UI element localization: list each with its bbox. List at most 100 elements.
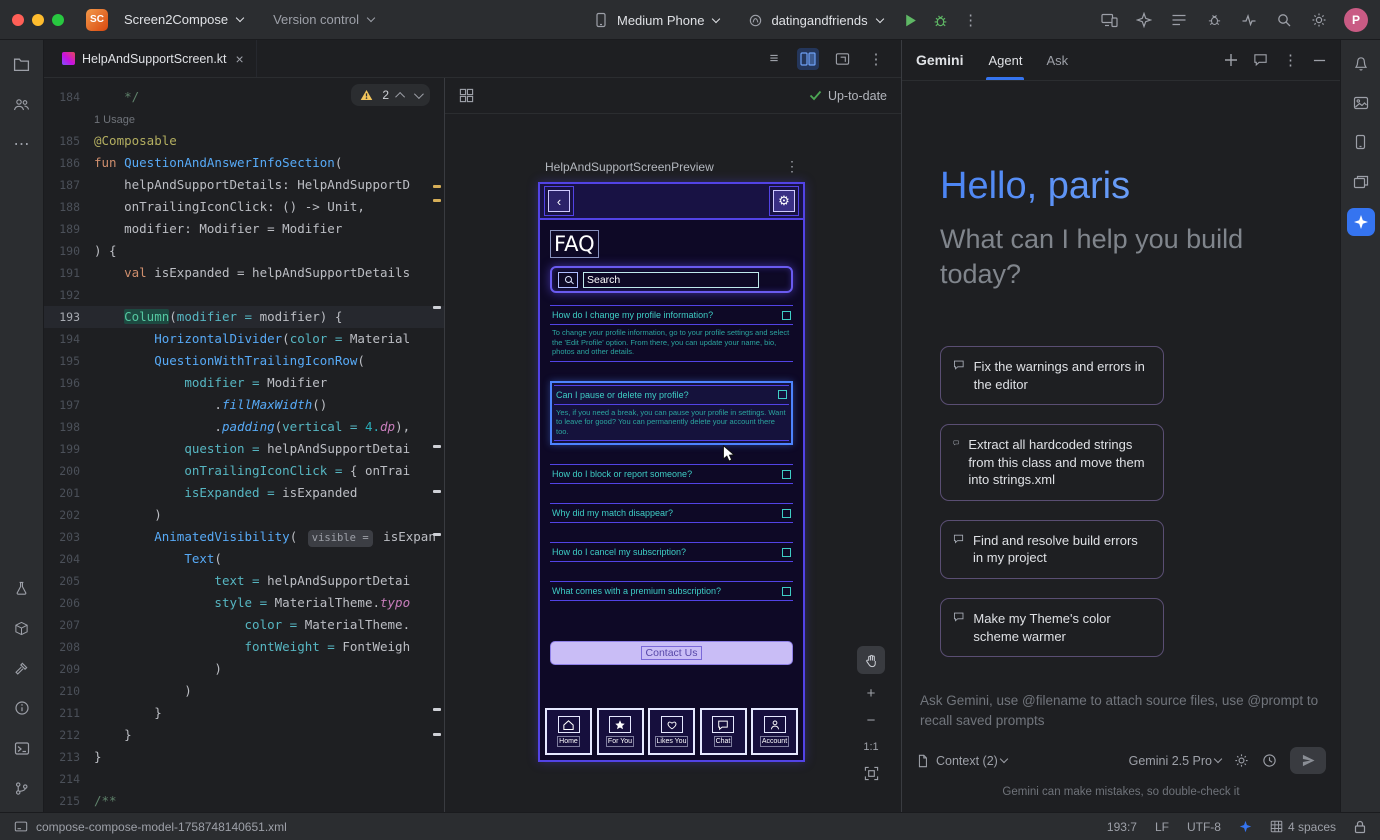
suggestion-card[interactable]: Extract all hardcoded strings from this … <box>940 424 1164 501</box>
device-manager-icon[interactable] <box>1349 130 1373 154</box>
code-line[interactable]: 207 color = MaterialTheme. <box>44 614 444 636</box>
resource-image-icon[interactable] <box>1349 91 1373 115</box>
faq-item[interactable]: How do I cancel my subscription? <box>550 542 793 562</box>
code-line[interactable]: 201 isExpanded = isExpanded <box>44 482 444 504</box>
run-button[interactable] <box>901 10 921 30</box>
suggestion-card[interactable]: Find and resolve build errors in my proj… <box>940 520 1164 579</box>
code-line[interactable]: 205 text = helpAndSupportDetai <box>44 570 444 592</box>
gemini-kebab-icon[interactable]: ⋮ <box>1283 51 1298 69</box>
inspections-widget[interactable]: 2 <box>351 84 430 106</box>
editor-tab[interactable]: HelpAndSupportScreen.kt × <box>50 40 257 77</box>
code-line[interactable]: 188 onTrailingIconClick: () -> Unit, <box>44 196 444 218</box>
close-window-button[interactable] <box>12 14 24 26</box>
code-line[interactable]: 193 Column(modifier = modifier) { <box>44 306 444 328</box>
code-line[interactable]: 206 style = MaterialTheme.typo <box>44 592 444 614</box>
maximize-window-button[interactable] <box>52 14 64 26</box>
zoom-ratio-button[interactable]: 1:1 <box>863 741 878 753</box>
code-line[interactable]: 210 ) <box>44 680 444 702</box>
line-ending[interactable]: LF <box>1155 820 1169 834</box>
previous-problem-icon[interactable] <box>395 91 405 101</box>
gemini-prompt-input[interactable]: Ask Gemini, use @filename to attach sour… <box>916 683 1326 745</box>
user-avatar[interactable]: P <box>1344 8 1368 32</box>
float-window-icon[interactable] <box>831 48 853 70</box>
search-everywhere-icon[interactable] <box>1274 10 1294 30</box>
run-more-kebab-icon[interactable]: ⋮ <box>961 10 981 30</box>
layers-icon[interactable] <box>1349 169 1373 193</box>
contact-us-button[interactable]: Contact Us <box>550 641 793 665</box>
code-line[interactable]: 196 modifier = Modifier <box>44 372 444 394</box>
code-line[interactable]: 185@Composable <box>44 130 444 152</box>
package-icon[interactable] <box>10 616 34 640</box>
history-icon[interactable] <box>1262 753 1277 768</box>
new-chat-icon[interactable] <box>1224 53 1238 67</box>
status-file-name[interactable]: compose-compose-model-1758748140651.xml <box>36 820 287 834</box>
nav-likes-you[interactable]: Likes You <box>648 708 695 755</box>
send-button[interactable] <box>1290 747 1326 774</box>
faq-item[interactable]: Why did my match disappear? <box>550 503 793 523</box>
project-selector[interactable]: Screen2Compose <box>116 8 251 31</box>
app-insights-bug-icon[interactable] <box>1204 10 1224 30</box>
faq-item-selected[interactable]: Can I pause or delete my profile? Yes, i… <box>550 381 793 446</box>
gemini-tool-icon-active[interactable] <box>1347 208 1375 236</box>
code-line[interactable]: 213} <box>44 746 444 768</box>
minimize-window-button[interactable] <box>32 14 44 26</box>
code-line[interactable]: 199 question = helpAndSupportDetai <box>44 438 444 460</box>
code-line[interactable]: 214 <box>44 768 444 790</box>
phone-preview[interactable]: ‹ ⚙ FAQ Search <box>538 182 805 762</box>
expand-icon[interactable] <box>782 470 791 479</box>
editor-kebab-icon[interactable]: ⋮ <box>865 48 887 70</box>
code-line[interactable]: 215/** <box>44 790 444 812</box>
code-line[interactable]: 200 onTrailingIconClick = { onTrai <box>44 460 444 482</box>
code-line[interactable]: 211 } <box>44 702 444 724</box>
preview-canvas[interactable]: HelpAndSupportScreenPreview ⋮ ‹ ⚙ FAQ <box>445 114 901 812</box>
suggestion-card[interactable]: Make my Theme's color scheme warmer <box>940 598 1164 657</box>
split-preview-toggle[interactable] <box>797 48 819 70</box>
code-line[interactable]: 203 AnimatedVisibility( visible = isExpa… <box>44 526 444 548</box>
code-line[interactable]: 209 ) <box>44 658 444 680</box>
code-editor[interactable]: 184 */1 Usage185@Composable186fun Questi… <box>44 78 445 812</box>
zoom-in-button[interactable]: + <box>867 687 876 701</box>
zoom-fit-button[interactable] <box>864 766 879 781</box>
problems-info-icon[interactable] <box>10 696 34 720</box>
faq-search-field[interactable]: Search <box>550 266 793 293</box>
code-line[interactable]: 192 <box>44 284 444 306</box>
tab-agent[interactable]: Agent <box>979 40 1031 80</box>
build-hammer-icon[interactable] <box>10 656 34 680</box>
nav-chat[interactable]: Chat <box>700 708 747 755</box>
readonly-lock-icon[interactable] <box>1354 820 1366 834</box>
nav-for-you[interactable]: For You <box>597 708 644 755</box>
code-line[interactable]: 186fun QuestionAndAnswerInfoSection( <box>44 152 444 174</box>
preview-name[interactable]: HelpAndSupportScreenPreview <box>545 160 714 174</box>
collaboration-users-icon[interactable] <box>10 92 34 116</box>
debug-button[interactable] <box>931 10 951 30</box>
code-line[interactable]: 187 helpAndSupportDetails: HelpAndSuppor… <box>44 174 444 196</box>
code-line[interactable]: 190) { <box>44 240 444 262</box>
tests-flask-icon[interactable] <box>10 576 34 600</box>
more-tools-icon[interactable]: ⋯ <box>10 132 34 156</box>
code-line[interactable]: 202 ) <box>44 504 444 526</box>
code-line[interactable]: 212 } <box>44 724 444 746</box>
back-button[interactable]: ‹ <box>548 190 570 212</box>
conversations-icon[interactable] <box>1253 53 1268 67</box>
device-selector[interactable]: Medium Phone <box>583 6 727 34</box>
editor-list-icon[interactable]: ≡ <box>763 48 785 70</box>
expand-icon[interactable] <box>782 548 791 557</box>
code-line[interactable]: 208 fontWeight = FontWeigh <box>44 636 444 658</box>
model-selector[interactable]: Gemini 2.5 Pro <box>1129 754 1221 768</box>
faq-item[interactable]: How do I block or report someone? <box>550 464 793 484</box>
run-config-selector[interactable]: datingandfriends <box>737 6 890 34</box>
cursor-position[interactable]: 193:7 <box>1107 820 1137 834</box>
code-line[interactable]: 189 modifier: Modifier = Modifier <box>44 218 444 240</box>
project-folder-icon[interactable] <box>10 52 34 76</box>
phone-settings-button[interactable]: ⚙ <box>773 190 795 212</box>
context-selector[interactable]: Context (2) <box>936 754 1007 768</box>
close-tab-icon[interactable]: × <box>236 51 244 67</box>
expand-icon[interactable] <box>782 311 791 320</box>
zoom-out-button[interactable]: − <box>867 714 876 728</box>
nav-account[interactable]: Account <box>751 708 798 755</box>
code-line[interactable]: 1 Usage <box>44 108 444 130</box>
notifications-bell-icon[interactable] <box>1349 52 1373 76</box>
nav-home[interactable]: Home <box>545 708 592 755</box>
ai-sparkle-icon[interactable] <box>1134 10 1154 30</box>
gemini-status-spark-icon[interactable] <box>1239 820 1252 833</box>
